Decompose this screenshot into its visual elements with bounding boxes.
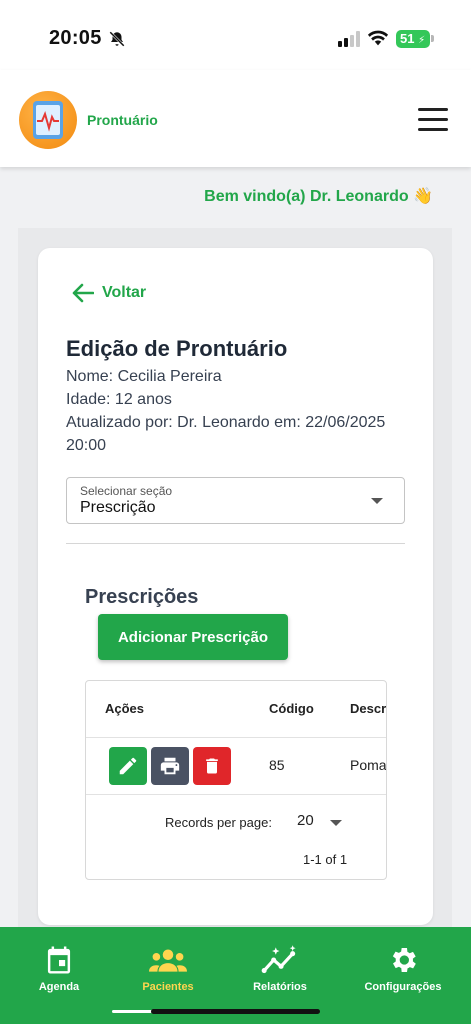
add-prescription-button[interactable]: Adicionar Prescrição bbox=[98, 614, 288, 660]
back-link[interactable]: Voltar bbox=[72, 283, 146, 303]
page-title: Edição de Prontuário bbox=[66, 336, 288, 361]
records-per-page-label: Records per page: bbox=[165, 815, 272, 830]
nav-item-relatorios[interactable]: Relatórios bbox=[221, 927, 339, 1007]
battery-nub bbox=[431, 35, 434, 42]
nav-label-pacientes: Pacientes bbox=[142, 981, 194, 993]
caret-down-icon[interactable] bbox=[330, 820, 342, 826]
charging-icon: ⚡ bbox=[418, 35, 426, 46]
trash-icon bbox=[206, 758, 218, 774]
bell-off-icon bbox=[109, 31, 125, 47]
hamburger-menu-icon[interactable] bbox=[418, 108, 448, 132]
calendar-icon bbox=[47, 946, 71, 974]
section-select-value: Prescrição bbox=[80, 499, 156, 516]
home-indicator-accent bbox=[112, 1010, 152, 1013]
signal-icon bbox=[338, 31, 360, 47]
nav-item-agenda[interactable]: Agenda bbox=[0, 927, 118, 1007]
gear-icon bbox=[392, 948, 416, 972]
print-button[interactable] bbox=[151, 747, 189, 785]
status-bar: 20:05 51 ⚡ bbox=[0, 0, 471, 70]
column-header-code[interactable]: Código bbox=[269, 701, 314, 716]
row-divider bbox=[86, 794, 386, 795]
section-select[interactable]: Selecionar seção Prescrição bbox=[66, 477, 405, 524]
welcome-message: Bem vindo(a) Dr. Leonardo 👋 bbox=[204, 188, 433, 205]
wifi-icon bbox=[367, 30, 389, 46]
battery-indicator: 51 ⚡ bbox=[396, 30, 430, 48]
patient-name: Nome: Cecilia Pereira bbox=[66, 368, 222, 385]
column-header-actions[interactable]: Ações bbox=[105, 701, 144, 716]
back-label: Voltar bbox=[102, 284, 147, 301]
arrow-left-icon bbox=[72, 283, 94, 303]
nav-item-configuracoes[interactable]: Configurações bbox=[344, 927, 462, 1007]
nav-label-relatorios: Relatórios bbox=[253, 981, 307, 993]
delete-button[interactable] bbox=[193, 747, 231, 785]
prescriptions-table: Ações Código Descr 85 Poma Records per p… bbox=[85, 680, 387, 880]
prescriptions-title: Prescrições bbox=[85, 586, 199, 608]
pencil-icon bbox=[119, 757, 137, 775]
prescription-description: Poma bbox=[350, 757, 387, 773]
app-header: Prontuário bbox=[0, 70, 471, 167]
records-per-page-select[interactable]: 20 bbox=[297, 812, 314, 829]
app-title: Prontuário bbox=[87, 112, 158, 128]
pagination-range: 1-1 of 1 bbox=[303, 852, 348, 867]
battery-level: 51 bbox=[400, 31, 415, 46]
home-indicator bbox=[151, 1009, 320, 1014]
prescription-code: 85 bbox=[269, 757, 285, 773]
header-divider bbox=[86, 737, 386, 738]
caret-down-icon bbox=[371, 498, 383, 504]
section-select-label: Selecionar seção bbox=[80, 484, 173, 498]
patient-age: Idade: 12 anos bbox=[66, 391, 172, 408]
bottom-nav: Agenda Pacientes Relatórios Configuraçõe… bbox=[0, 927, 471, 1024]
nav-item-pacientes[interactable]: Pacientes bbox=[109, 927, 227, 1007]
medical-record-icon bbox=[33, 101, 63, 139]
chart-icon bbox=[261, 945, 296, 974]
nav-label-configuracoes: Configurações bbox=[364, 981, 442, 993]
edit-button[interactable] bbox=[109, 747, 147, 785]
printer-icon bbox=[160, 757, 180, 775]
updated-info: Atualizado por: Dr. Leonardo em: 22/06/2… bbox=[66, 414, 386, 454]
record-edit-card: Voltar Edição de Prontuário Nome: Cecili… bbox=[38, 248, 433, 925]
app-logo[interactable] bbox=[19, 91, 77, 149]
divider bbox=[66, 543, 405, 544]
status-time: 20:05 bbox=[49, 27, 102, 49]
column-header-description[interactable]: Descr bbox=[350, 701, 386, 716]
people-icon bbox=[149, 949, 187, 972]
nav-label-agenda: Agenda bbox=[38, 981, 80, 993]
